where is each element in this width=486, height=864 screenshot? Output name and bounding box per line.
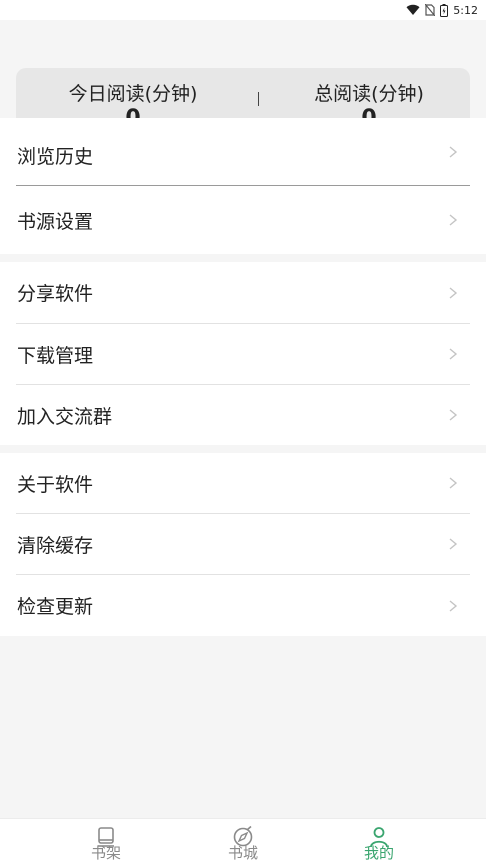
total-reading-label: 总阅读(分钟) bbox=[314, 83, 424, 105]
battery-icon bbox=[440, 3, 449, 17]
nav-tab-mine[interactable]: 我的 bbox=[339, 819, 419, 864]
chevron-right-icon bbox=[449, 409, 458, 421]
menu-item-about-app[interactable]: 关于软件 bbox=[16, 453, 470, 513]
menu-item-label: 加入交流群 bbox=[17, 405, 113, 428]
menu-item-label: 浏览历史 bbox=[17, 146, 94, 168]
menu-item-join-group[interactable]: 加入交流群 bbox=[16, 385, 470, 445]
chevron-right-icon bbox=[449, 599, 458, 612]
menu-item-book-source-settings[interactable]: 书源设置 bbox=[16, 186, 470, 254]
chevron-right-icon bbox=[449, 348, 458, 360]
wifi-icon bbox=[406, 4, 420, 16]
bottom-nav: 书架 书城 我的 bbox=[0, 818, 486, 864]
nav-label-bookstore: 书城 bbox=[227, 844, 258, 862]
menu-item-share-app[interactable]: 分享软件 bbox=[16, 262, 470, 323]
chevron-right-icon bbox=[449, 538, 458, 550]
menu-item-label: 清除缓存 bbox=[17, 534, 94, 557]
chevron-right-icon bbox=[449, 145, 458, 158]
status-time: 5:12 bbox=[453, 3, 478, 17]
no-sim-icon bbox=[425, 4, 436, 16]
nav-label-mine: 我的 bbox=[363, 844, 394, 862]
menu-item-download-manager[interactable]: 下载管理 bbox=[16, 324, 470, 384]
chevron-right-icon bbox=[449, 214, 458, 226]
menu-item-label: 分享软件 bbox=[17, 283, 94, 305]
menu-group-1: 浏览历史 书源设置 bbox=[0, 118, 486, 254]
menu-group-2: 分享软件 下载管理 加入交流群 bbox=[0, 262, 486, 445]
menu-item-label: 关于软件 bbox=[17, 473, 94, 496]
nav-tab-bookshelf[interactable]: 书架 bbox=[66, 819, 146, 864]
menu-item-browse-history[interactable]: 浏览历史 bbox=[16, 118, 470, 185]
today-reading-label: 今日阅读(分钟) bbox=[68, 83, 198, 105]
chevron-right-icon bbox=[449, 477, 458, 489]
chevron-right-icon bbox=[449, 286, 458, 299]
menu-item-label: 书源设置 bbox=[17, 210, 94, 233]
status-bar: 5:12 bbox=[0, 0, 486, 20]
stats-divider bbox=[258, 92, 259, 106]
menu-item-label: 检查更新 bbox=[17, 596, 94, 618]
menu-item-label: 下载管理 bbox=[17, 344, 94, 367]
menu-item-clear-cache[interactable]: 清除缓存 bbox=[16, 514, 470, 574]
menu-group-3: 关于软件 清除缓存 检查更新 bbox=[0, 453, 486, 636]
nav-label-bookshelf: 书架 bbox=[90, 844, 121, 862]
nav-tab-bookstore[interactable]: 书城 bbox=[203, 819, 283, 864]
menu-item-check-update[interactable]: 检查更新 bbox=[16, 575, 470, 636]
